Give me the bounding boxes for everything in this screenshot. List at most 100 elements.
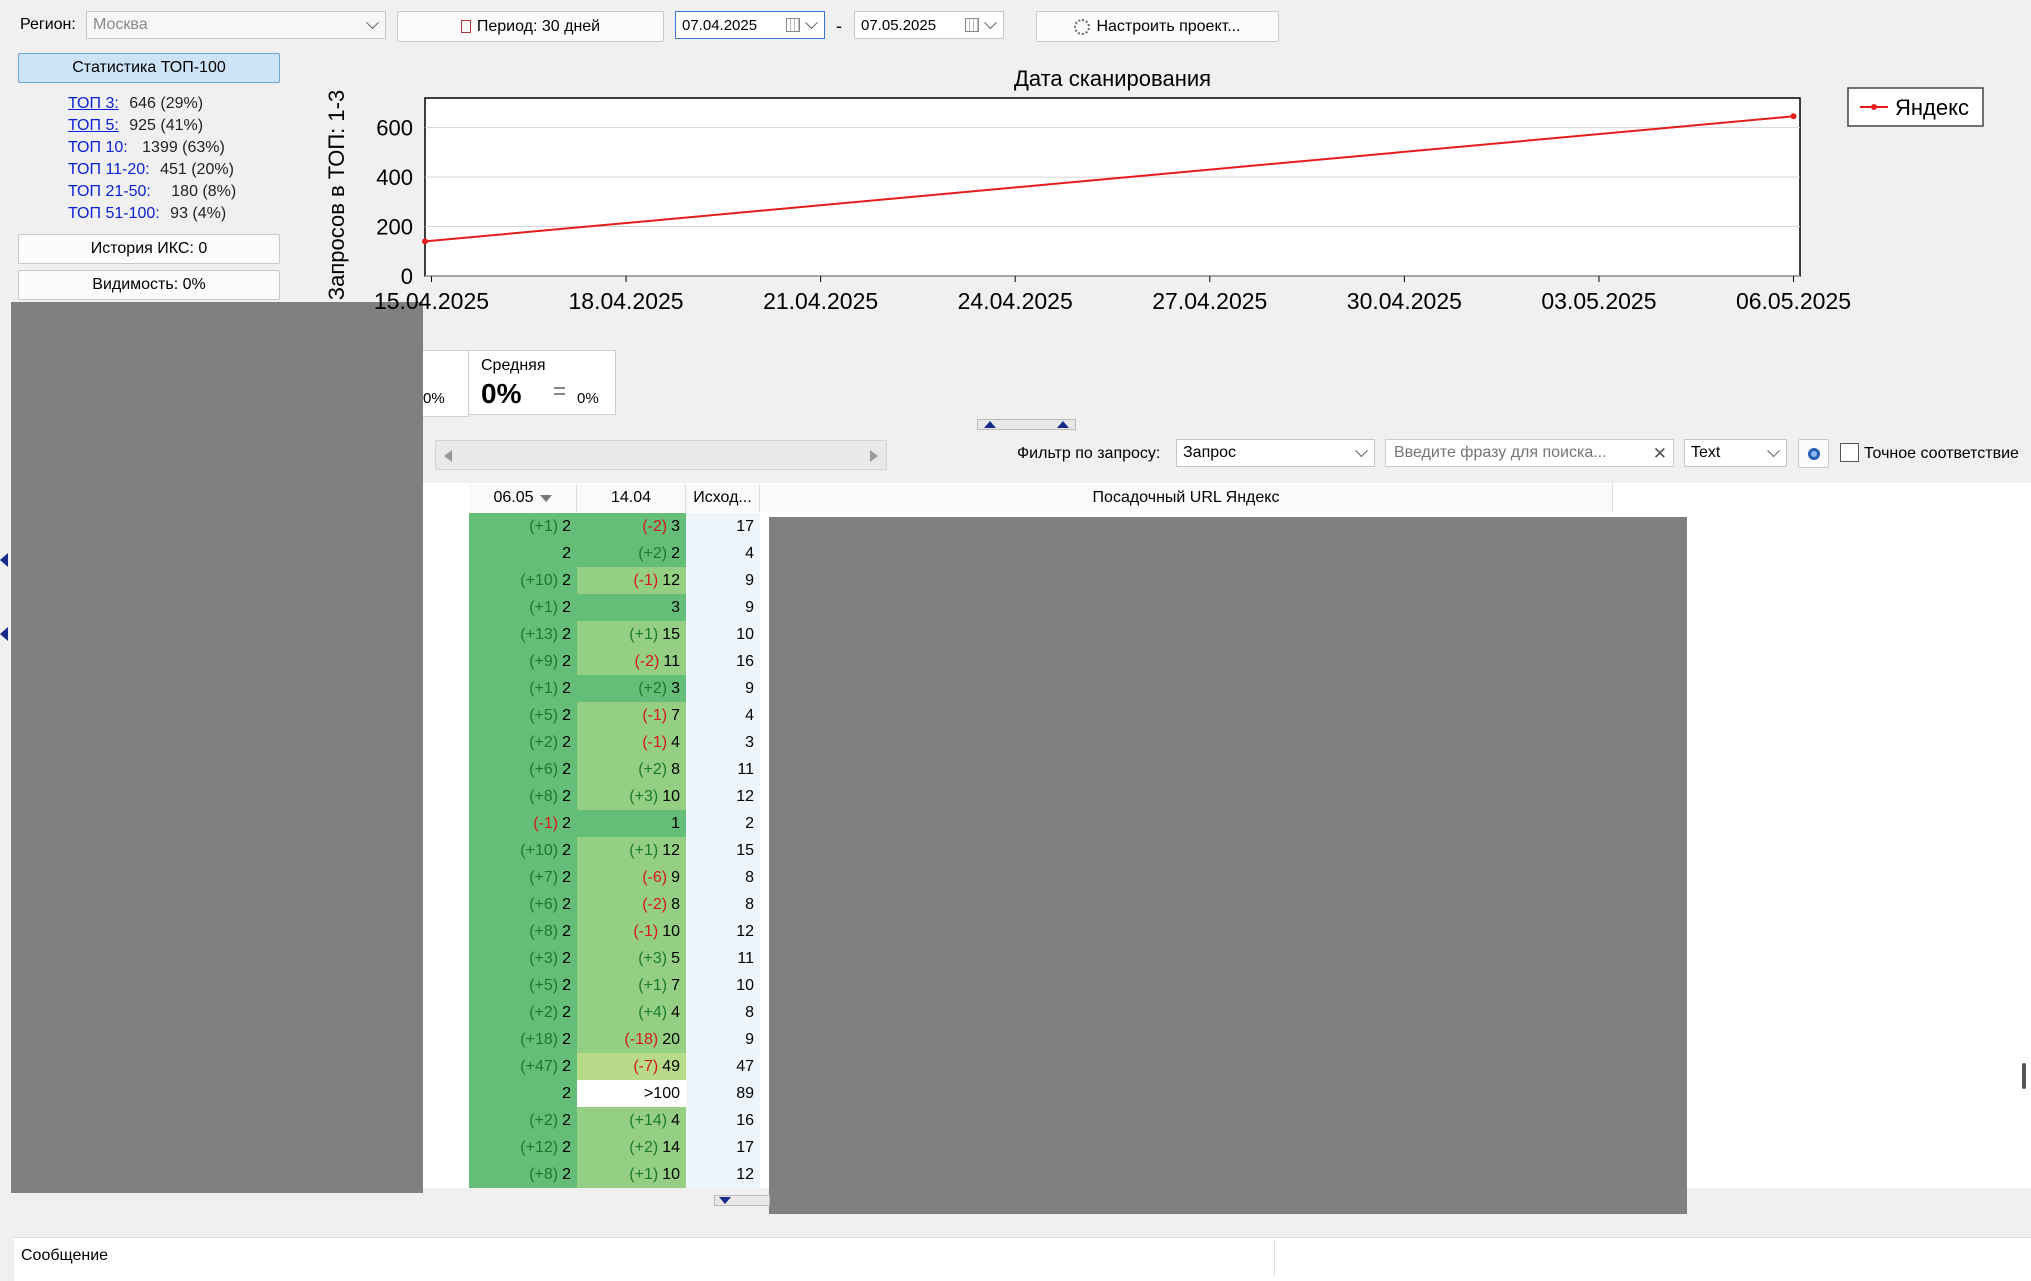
date-to-picker[interactable]: 07.05.2025 [854,11,1004,39]
column-header-1404[interactable]: 14.04 [577,484,686,512]
position-delta: (+5) [529,976,559,994]
stat-label[interactable]: ТОП 11-20: [68,161,150,178]
column-header-landing-url[interactable]: Посадочный URL Яндекс [760,484,1613,512]
table-cell: 8 [686,864,760,891]
scroll-right-icon[interactable] [870,450,878,462]
iks-history-button[interactable]: История ИКС: 0 [18,234,280,264]
table-cell: 2 [686,810,760,837]
position-value: 10 [736,625,754,643]
position-value: 2 [562,787,571,805]
gear-icon [1074,18,1091,35]
vertical-scrollbar-thumb[interactable] [2022,1063,2026,1089]
scroll-left-icon[interactable] [444,450,452,462]
position-value: 8 [671,895,680,913]
table-cell: (+1) 15 [577,621,686,648]
series-point [422,238,428,245]
legend-marker [1871,104,1877,110]
table-cell: 89 [686,1080,760,1107]
stat-row-top21-50: ТОП 21-50: 180 (8%) [68,183,236,201]
x-tick-label: 18.04.2025 [568,288,683,314]
position-value: 11 [737,760,754,778]
table-cell: (-1) 12 [577,567,686,594]
exact-match-checkbox[interactable] [1840,443,1859,462]
position-value: 16 [736,652,754,670]
horizontal-scrollbar[interactable] [435,440,887,470]
position-delta: (+1) [638,976,668,994]
table-cell: (+1) 7 [577,972,686,999]
stat-row-top10: ТОП 10: 1399 (63%) [68,139,225,157]
table-cell: (+7) 2 [469,864,577,891]
x-tick-label: 06.05.2025 [1736,288,1851,314]
table-cell: 15 [686,837,760,864]
legend-label: Яндекс [1895,95,1969,120]
table-cell: 8 [686,891,760,918]
position-delta: (+7) [529,868,559,886]
search-input[interactable] [1392,443,1656,463]
table-cell: 9 [686,675,760,702]
filter-field-select[interactable]: Запрос [1176,439,1375,467]
table-cell: (+10) 2 [469,837,577,864]
position-value: 2 [562,760,571,778]
position-value: 16 [736,1111,754,1129]
position-delta: (+1) [629,625,659,643]
table-cell: (-1) 7 [577,702,686,729]
series-point [1790,113,1797,120]
stats-top100-button[interactable]: Статистика ТОП-100 [18,53,280,83]
collapse-left-icon[interactable] [0,627,8,641]
region-select[interactable]: Москва [86,11,386,39]
table-cell: (+4) 4 [577,999,686,1026]
position-value: 2 [562,517,571,535]
configure-label: Настроить проект... [1096,17,1241,35]
x-tick-label: 24.04.2025 [958,288,1073,314]
column-header-source[interactable]: Исход... [686,484,760,512]
clear-icon[interactable]: ✕ [1653,444,1667,464]
stat-label[interactable]: ТОП 10: [68,139,128,156]
position-value: 5 [671,949,680,967]
position-value: 9 [745,1030,754,1048]
average-change: 0% [577,390,599,407]
region-label: Регион: [20,16,76,33]
table-cell: (-6) 9 [577,864,686,891]
column-header-label: 14.04 [610,489,652,506]
position-value: 3 [671,598,680,616]
stat-value: 646 (29%) [129,95,204,112]
visibility-button[interactable]: Видимость: 0% [18,270,280,300]
position-value: 89 [736,1084,754,1102]
position-value: 20 [662,1030,680,1048]
table-cell: (+6) 2 [469,756,577,783]
collapse-left-icon[interactable] [0,553,8,567]
splitter-handle-bottom[interactable] [714,1195,770,1206]
stat-value: 180 (8%) [171,183,237,200]
period-button[interactable]: Период: 30 дней [397,11,664,42]
calendar-icon [965,18,979,32]
column-header-label: 06.05 [493,489,534,506]
table-cell: 10 [686,972,760,999]
stat-label[interactable]: ТОП 51-100: [68,205,160,222]
table-cell: 12 [686,783,760,810]
redacted-url-column [769,517,1687,1214]
messages-header: Сообщение [21,1247,109,1264]
table-cell: >100 [577,1080,686,1107]
splitter-handle[interactable] [977,419,1076,430]
table-cell: (+18) 2 [469,1026,577,1053]
table-cell: (+5) 2 [469,972,577,999]
table-cell: 16 [686,1107,760,1134]
stat-label[interactable]: ТОП 5: [68,117,119,134]
stat-label[interactable]: ТОП 3: [68,95,119,112]
position-value: 2 [671,544,680,562]
position-delta: (+8) [529,922,559,940]
position-delta: (+1) [629,1165,659,1183]
filter-mode-select[interactable]: Text [1684,439,1787,467]
position-value: 2 [562,544,571,562]
configure-project-button[interactable]: Настроить проект... [1036,11,1279,42]
table-cell: (+1) 12 [577,837,686,864]
table-cell: 11 [686,945,760,972]
stat-value: 925 (41%) [129,117,204,134]
table-cell: 3 [577,594,686,621]
date-from-picker[interactable]: 07.04.2025 [675,11,825,39]
position-delta: (+3) [629,787,659,805]
column-header-0605[interactable]: 06.05 [469,484,577,512]
stat-label[interactable]: ТОП 21-50: [68,183,151,200]
filter-search-input[interactable]: ✕ [1385,439,1674,467]
search-button[interactable] [1798,439,1829,468]
